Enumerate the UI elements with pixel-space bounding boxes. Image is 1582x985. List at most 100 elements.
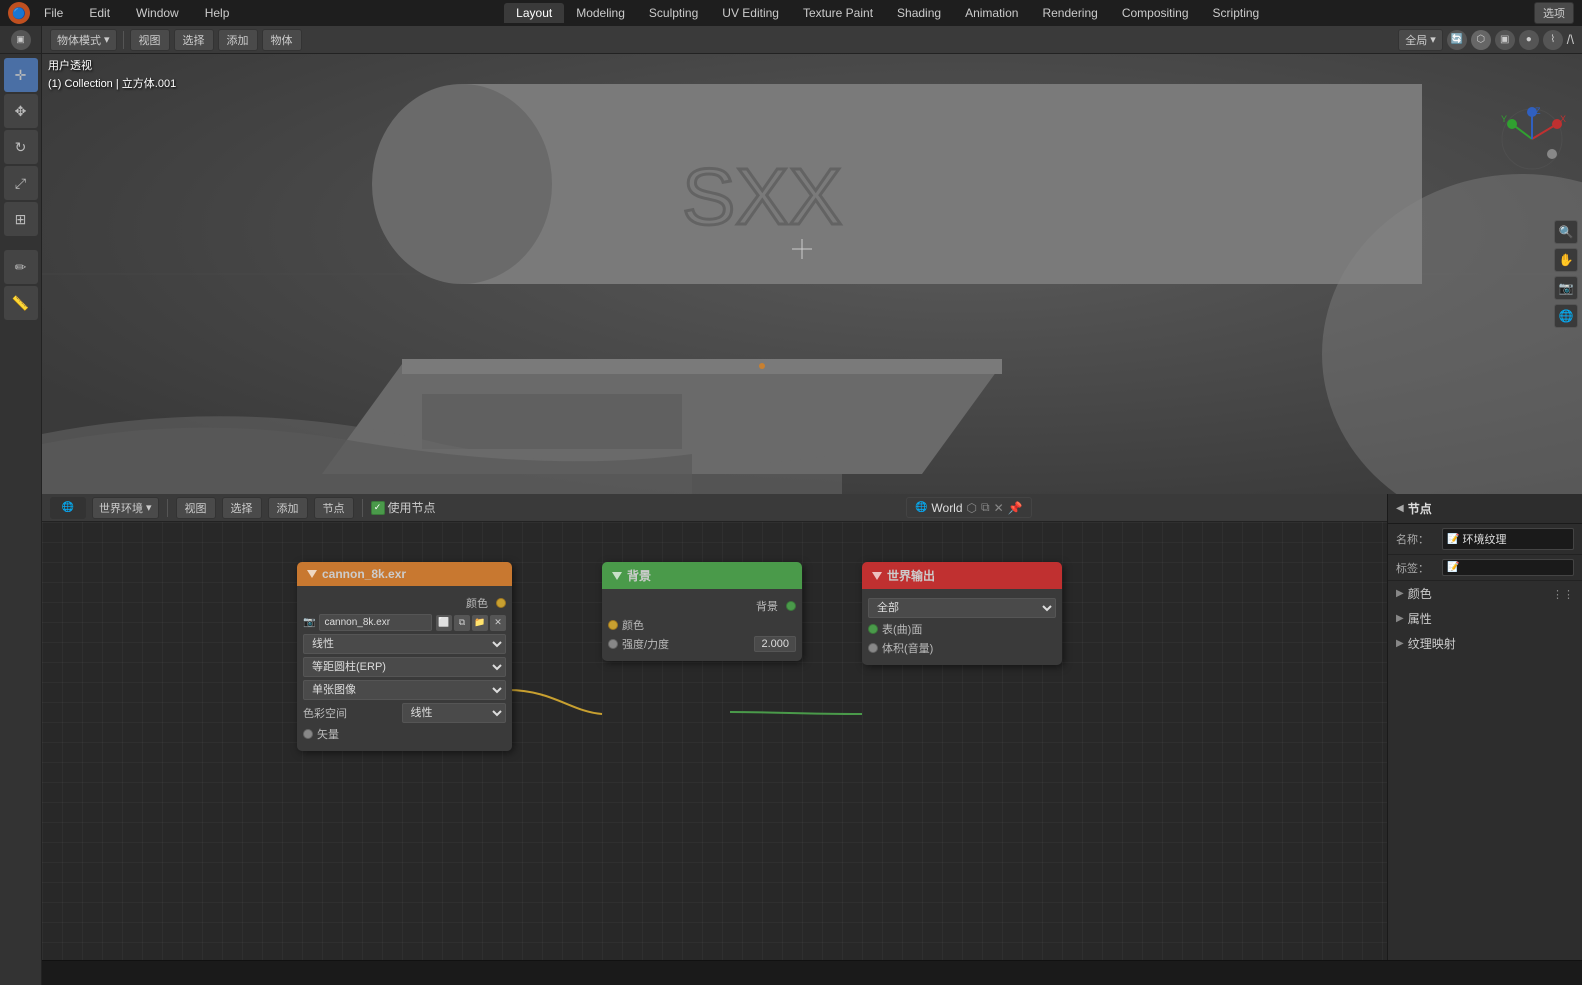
nav-edit[interactable]: Edit [77, 3, 122, 23]
viewport-shading-icon4[interactable]: ● [1519, 30, 1539, 50]
file-open-icon[interactable]: 📁 [472, 615, 488, 631]
file-close-icon[interactable]: ✕ [490, 615, 506, 631]
object-menu[interactable]: 物体 [262, 29, 302, 51]
tool-transform[interactable]: ⊞ [4, 202, 38, 236]
object-mode-dropdown[interactable]: 物体模式 ▾ [50, 29, 117, 51]
texture-colorspace-dropdown[interactable]: 线性 [402, 703, 507, 723]
svg-text:Y: Y [1501, 114, 1507, 124]
tag-label: 标签： [1396, 560, 1436, 576]
file-copy-icon[interactable]: ⧉ [454, 615, 470, 631]
tab-sculpting[interactable]: Sculpting [637, 3, 710, 23]
close-world-icon[interactable]: ✕ [994, 501, 1004, 515]
camera-icon[interactable]: 📷 [1554, 276, 1578, 300]
tool-move[interactable]: ✥ [4, 94, 38, 128]
tab-uv-editing[interactable]: UV Editing [710, 3, 791, 23]
blender-logo[interactable]: 🔵 [8, 2, 30, 24]
view-menu[interactable]: 视图 [130, 29, 170, 51]
node-name-value: 环境纹理 [1462, 531, 1506, 547]
texture-file-row[interactable]: 📷 cannon_8k.exr ⬜ ⧉ 📁 ✕ [303, 614, 506, 631]
texture-linear-dropdown[interactable]: 线性 [303, 634, 506, 654]
texture-dropdown3-row[interactable]: 单张图像 [303, 680, 506, 700]
viewport-num-icon[interactable]: /\ [1567, 32, 1574, 47]
tab-modeling[interactable]: Modeling [564, 3, 637, 23]
nav-help[interactable]: Help [193, 3, 242, 23]
texture-dropdown2-row[interactable]: 等距圆柱(ERP) [303, 657, 506, 677]
nav-file[interactable]: File [32, 3, 75, 23]
texture-node[interactable]: cannon_8k.exr 颜色 📷 cann [297, 562, 512, 751]
use-nodes-checkbox[interactable]: ✓ 使用节点 [371, 499, 436, 516]
viewport-shading-icon2[interactable]: ⬡ [1471, 30, 1491, 50]
tab-animation[interactable]: Animation [953, 3, 1030, 23]
tool-cursor[interactable]: ✛ [4, 58, 38, 92]
background-node[interactable]: 背景 背景 颜色 [602, 562, 802, 661]
bg-output-socket [786, 601, 796, 611]
node-editor-mode-icon[interactable]: 🌐 [50, 497, 86, 519]
color-options-icon[interactable]: ⋮⋮ [1552, 589, 1574, 601]
nav-window[interactable]: Window [124, 3, 191, 23]
wo-target-dropdown[interactable]: 全部 [868, 598, 1056, 618]
status-bar: World [0, 960, 1582, 985]
zoom-icon[interactable]: 🔍 [1554, 220, 1578, 244]
wo-all-row[interactable]: 全部 [868, 598, 1056, 618]
viewport-3d[interactable]: SXX 用户透视 (1) Collection | 立 [42, 54, 1582, 494]
bg-color-row: 颜色 [608, 617, 796, 633]
tab-compositing[interactable]: Compositing [1110, 3, 1201, 23]
mode-dropdown-icon: ▾ [104, 33, 110, 46]
viewport-shading-icon1[interactable]: 🔄 [1447, 30, 1467, 50]
world-env-dropdown[interactable]: 世界环境 ▾ [92, 497, 159, 519]
node-name-input[interactable]: 📝 环境纹理 [1442, 528, 1574, 550]
top-nav-left: 🔵 File Edit Window Help [8, 2, 241, 24]
texture-projection-dropdown[interactable]: 等距圆柱(ERP) [303, 657, 506, 677]
select-menu[interactable]: 选择 [174, 29, 214, 51]
wo-volume-row: 体积(音量) [868, 640, 1056, 656]
tool-rotate[interactable]: ↻ [4, 130, 38, 164]
props-expand-icon: ▶ [1396, 613, 1404, 624]
node-node-menu[interactable]: 节点 [314, 497, 354, 519]
viewport-shading-icon3[interactable]: ▣ [1495, 30, 1515, 50]
world-output-node[interactable]: 世界输出 全部 表(曲)面 [862, 562, 1062, 665]
copy-icon[interactable]: ⧉ [981, 500, 990, 515]
options-button[interactable]: 选项 [1534, 2, 1574, 24]
tab-layout[interactable]: Layout [504, 3, 564, 23]
bg-strength-row: 强度/力度 2.000 [608, 636, 796, 652]
panel-color-section[interactable]: ▶ 颜色 ⋮⋮ [1388, 581, 1582, 606]
texture-vector-socket [303, 729, 313, 739]
viewport-overlay-icon[interactable]: ⌇ [1543, 30, 1563, 50]
bg-strength-value[interactable]: 2.000 [754, 636, 796, 652]
tab-rendering[interactable]: Rendering [1030, 3, 1109, 23]
panel-texture-mapping-section[interactable]: ▶ 纹理映射 [1388, 631, 1582, 656]
viewport-gizmo[interactable]: X Y Z [1497, 104, 1567, 174]
bg-color-socket [608, 620, 618, 630]
texture-node-triangle [307, 570, 317, 578]
globe-icon[interactable]: 🌐 [1554, 304, 1578, 328]
node-add-menu[interactable]: 添加 [268, 497, 308, 519]
viewport-collection-info: (1) Collection | 立方体.001 [48, 76, 176, 94]
node-toolbar-sep1 [167, 499, 168, 517]
pin-icon[interactable]: 📌 [1008, 501, 1023, 515]
tab-scripting[interactable]: Scripting [1201, 3, 1272, 23]
tab-texture-paint[interactable]: Texture Paint [791, 3, 885, 23]
properties-section-label: 属性 [1408, 610, 1432, 627]
add-menu[interactable]: 添加 [218, 29, 258, 51]
texture-source-dropdown[interactable]: 单张图像 [303, 680, 506, 700]
node-editor-canvas[interactable]: cannon_8k.exr 颜色 📷 cann [42, 522, 1582, 985]
tool-annotate[interactable]: ✏ [4, 250, 38, 284]
node-connections-svg [42, 522, 1582, 985]
world-output-node-title: 世界输出 [887, 567, 935, 584]
world-output-node-body: 全部 表(曲)面 体积(音量) [862, 589, 1062, 665]
node-tag-input[interactable]: 📝 [1442, 559, 1574, 576]
panel-properties-section[interactable]: ▶ 属性 [1388, 606, 1582, 631]
node-view-menu[interactable]: 视图 [176, 497, 216, 519]
node-select-menu[interactable]: 选择 [222, 497, 262, 519]
viewport-mode-icon[interactable]: ▣ [11, 30, 31, 50]
tool-measure[interactable]: 📏 [4, 286, 38, 320]
use-nodes-label: 使用节点 [388, 499, 436, 516]
texture-file-input[interactable]: cannon_8k.exr [319, 614, 432, 631]
file-browse-icon[interactable]: ⬜ [436, 615, 452, 631]
scene-3d: SXX [42, 54, 1582, 494]
tab-shading[interactable]: Shading [885, 3, 953, 23]
texture-dropdown1-row[interactable]: 线性 [303, 634, 506, 654]
tool-scale[interactable]: ⤢ [4, 166, 38, 200]
pan-icon[interactable]: ✋ [1554, 248, 1578, 272]
global-dropdown[interactable]: 全局 ▾ [1398, 29, 1443, 51]
